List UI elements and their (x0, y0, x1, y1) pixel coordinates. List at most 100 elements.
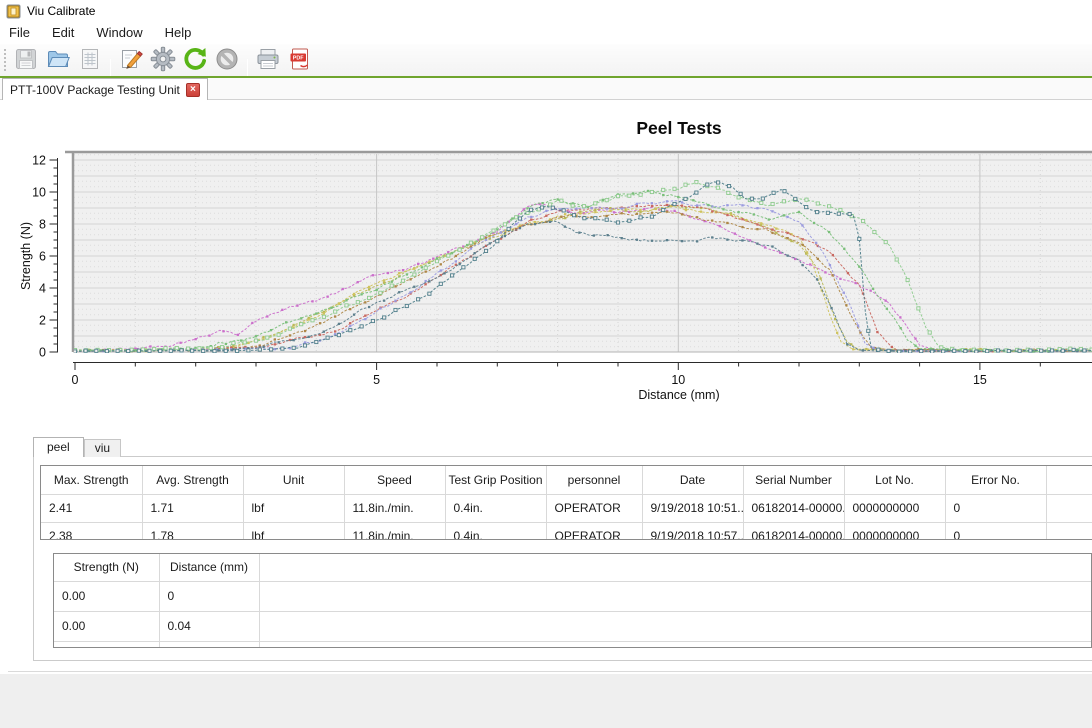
tab-viu[interactable]: viu (84, 439, 121, 457)
toolbar-separator (247, 59, 248, 76)
points-table: Strength (N)Distance (mm)0.0000.000.04 (53, 553, 1092, 648)
table-cell: 0.4in. (445, 522, 546, 540)
table-cell (159, 641, 259, 648)
table-cell (259, 581, 1092, 611)
column-header[interactable]: Date (642, 466, 743, 494)
column-header[interactable]: Distance (mm) (159, 554, 259, 581)
peel-tests-chart: 024681012Strength (N)051015Distance (mm) (0, 100, 1092, 430)
close-icon[interactable]: × (186, 83, 200, 97)
table-cell: 0 (159, 581, 259, 611)
window-footer (0, 674, 1092, 728)
title-bar: Viu Calibrate (0, 0, 1092, 22)
column-header[interactable]: Lot No. (844, 466, 945, 494)
table-header-row: Max. StrengthAvg. StrengthUnitSpeedTest … (41, 466, 1092, 494)
app-icon (6, 4, 21, 19)
svg-text:12: 12 (32, 154, 46, 168)
svg-text:10: 10 (32, 186, 46, 200)
table-cell: lbf (243, 522, 344, 540)
refresh-icon[interactable] (180, 44, 210, 74)
column-header[interactable]: Unit (243, 466, 344, 494)
svg-text:5: 5 (373, 373, 380, 387)
table-cell: 0000000000 (844, 522, 945, 540)
svg-text:0: 0 (39, 346, 46, 360)
menu-bar: FileEditWindowHelp (0, 22, 1092, 44)
column-header[interactable]: Error No. (945, 466, 1046, 494)
document-tab-strip: PTT-100V Package Testing Unit × (0, 78, 1092, 100)
toolbar-grip-handle[interactable] (2, 47, 7, 73)
table-cell: 0 (945, 494, 1046, 522)
menu-item-help[interactable]: Help (154, 22, 203, 44)
table-row[interactable]: 0.000.04 (54, 611, 1092, 641)
document-tab[interactable]: PTT-100V Package Testing Unit × (2, 78, 208, 100)
save-icon[interactable] (11, 44, 41, 74)
chart-area: Peel Tests 024681012Strength (N)051015Di… (0, 100, 1092, 430)
svg-text:6: 6 (39, 250, 46, 264)
table-cell: 1.71 (142, 494, 243, 522)
table-cell: 0000000000 (844, 494, 945, 522)
column-header[interactable]: personnel (546, 466, 642, 494)
svg-text:4: 4 (39, 282, 46, 296)
table-cell: 1.78 (142, 522, 243, 540)
app-icon-image (6, 4, 21, 19)
results-table: Max. StrengthAvg. StrengthUnitSpeedTest … (40, 465, 1092, 540)
window-title: Viu Calibrate (27, 4, 95, 18)
svg-text:Distance (mm): Distance (mm) (638, 388, 719, 402)
table-cell: 2.38 (41, 522, 142, 540)
table-cell: 11.8in./min. (344, 494, 445, 522)
table-row[interactable]: 2.411.71lbf11.8in./min.0.4in.OPERATOR9/1… (41, 494, 1092, 522)
column-header[interactable] (259, 554, 1092, 581)
table-cell: 0.04 (159, 611, 259, 641)
column-header[interactable]: Avg. Strength (142, 466, 243, 494)
cancel-icon[interactable] (212, 44, 242, 74)
table-cell: 9/19/2018 10:51... (642, 494, 743, 522)
table-row[interactable]: 2.381.78lbf11.8in./min.0.4in.OPERATOR9/1… (41, 522, 1092, 540)
table-cell: lbf (243, 494, 344, 522)
table-cell: 9/19/2018 10:57... (642, 522, 743, 540)
svg-text:0: 0 (72, 373, 79, 387)
table-cell: 0.4in. (445, 494, 546, 522)
settings-gear-icon[interactable] (148, 44, 178, 74)
tab-peel[interactable]: peel (33, 437, 84, 457)
report-icon[interactable] (75, 44, 105, 74)
print-icon[interactable] (253, 44, 283, 74)
table-cell: 0.00 (54, 581, 159, 611)
table-row[interactable] (54, 641, 1092, 648)
table-cell (259, 611, 1092, 641)
table-cell: 2.41 (41, 494, 142, 522)
svg-text:10: 10 (671, 373, 685, 387)
column-header[interactable]: Test Grip Position (445, 466, 546, 494)
column-header[interactable]: Serial Number (743, 466, 844, 494)
table-cell: OPERATOR (546, 494, 642, 522)
content-bottom-border (8, 671, 1092, 672)
svg-text:2: 2 (39, 314, 46, 328)
edit-icon[interactable] (116, 44, 146, 74)
svg-text:Strength (N): Strength (N) (19, 222, 33, 290)
table-cell: 0 (945, 522, 1046, 540)
table-cell: 11.8in./min. (344, 522, 445, 540)
pdf-export-icon[interactable]: PDF (285, 44, 315, 74)
column-header[interactable] (1046, 466, 1092, 494)
table-row[interactable]: 0.000 (54, 581, 1092, 611)
table-cell (54, 641, 159, 648)
toolbar-separator (110, 59, 111, 76)
table-cell (1046, 522, 1092, 540)
table-cell (259, 641, 1092, 648)
menu-item-window[interactable]: Window (85, 22, 153, 44)
menu-item-edit[interactable]: Edit (41, 22, 85, 44)
column-header[interactable]: Speed (344, 466, 445, 494)
menu-item-file[interactable]: File (0, 22, 41, 44)
document-tab-label: PTT-100V Package Testing Unit (10, 83, 180, 97)
table-cell: OPERATOR (546, 522, 642, 540)
table-cell: 0.00 (54, 611, 159, 641)
table-cell: 06182014-00000... (743, 522, 844, 540)
table-header-row: Strength (N)Distance (mm) (54, 554, 1092, 581)
toolbar-buttons: PDF (10, 44, 316, 77)
column-header[interactable]: Strength (N) (54, 554, 159, 581)
column-header[interactable]: Max. Strength (41, 466, 142, 494)
svg-text:15: 15 (973, 373, 987, 387)
table-cell (1046, 494, 1092, 522)
svg-text:PDF: PDF (293, 55, 304, 61)
toolbar: PDF (0, 44, 1092, 76)
results-tab-strip: peelviu (33, 437, 121, 457)
open-folder-icon[interactable] (43, 44, 73, 74)
